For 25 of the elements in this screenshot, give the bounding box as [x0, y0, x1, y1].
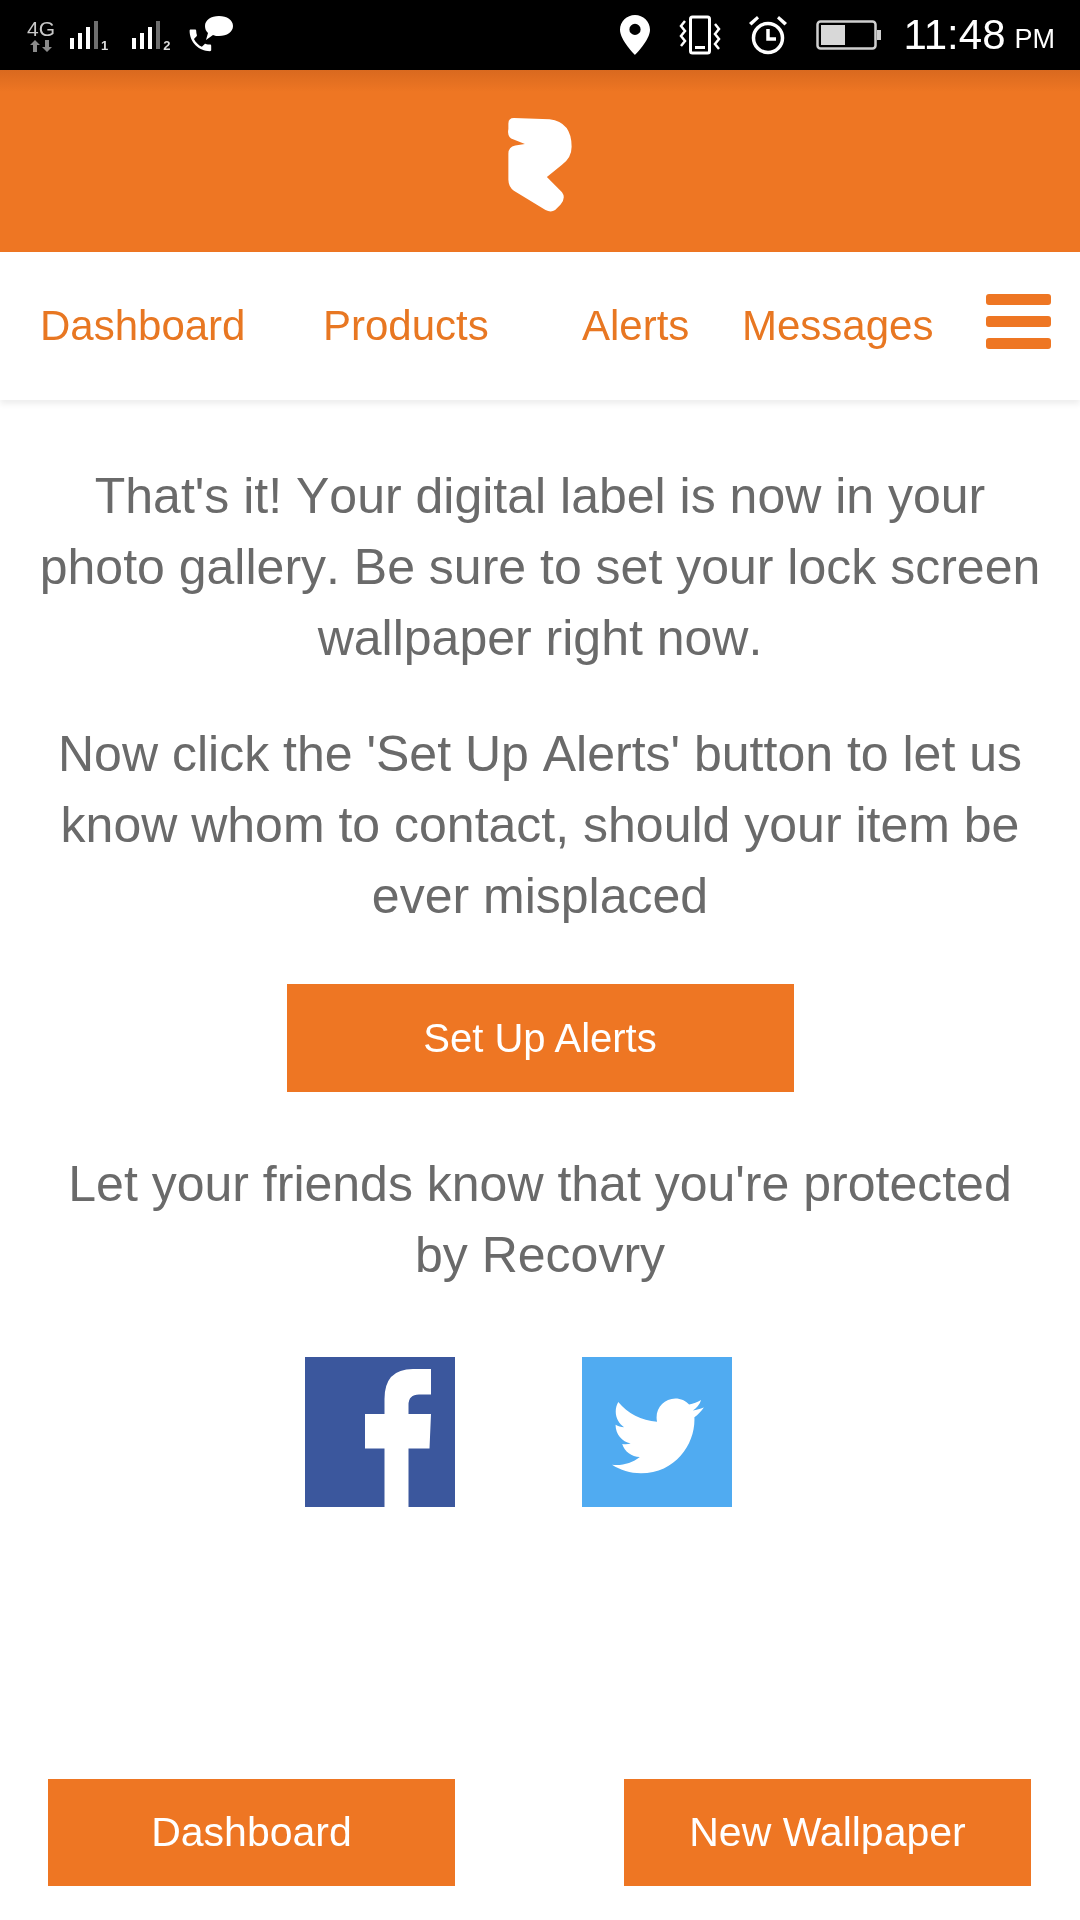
location-pin-icon [619, 15, 650, 55]
logo-icon [507, 115, 573, 213]
nav-link[interactable]: Dashboard [40, 301, 246, 351]
instruction-text: That's it! Your digital label is now in your photo gallery. Be sure to set your lock screen wallpaper right now. [38, 467, 1042, 668]
signal-icon [132, 21, 161, 49]
vibrate-icon [677, 15, 722, 55]
dashboard-button[interactable]: Dashboard [48, 1779, 455, 1886]
bird-logo-icon[interactable] [582, 1357, 732, 1507]
f-logo-icon[interactable] [305, 1357, 455, 1507]
menu-icon[interactable] [986, 293, 1051, 349]
nav-link[interactable]: Alerts [582, 301, 690, 351]
clock-meridiem-text: PM [1014, 24, 1055, 54]
share-prompt-text: Let your friends know that you're protected by Recovry [67, 1155, 1013, 1285]
set-up-alerts-button[interactable]: Set Up Alerts [286, 984, 794, 1092]
instruction-text: Now click the 'Set Up Alerts' button to let us know whom to contact, should your item be ever misplaced [57, 725, 1023, 926]
new-wallpaper-button[interactable]: New Wallpaper [624, 1779, 1031, 1886]
clock-time-text: 11:48 [903, 11, 1006, 59]
battery-icon [815, 20, 882, 50]
sim-number-text: 2 [163, 39, 171, 52]
nav-link[interactable]: Products [323, 301, 489, 351]
network-type-text: 4G [27, 18, 55, 39]
nav-link[interactable]: Messages [742, 301, 934, 351]
signal-icon [70, 21, 98, 49]
sim-number-text: 1 [101, 39, 109, 52]
data-arrows-icon [28, 39, 54, 52]
